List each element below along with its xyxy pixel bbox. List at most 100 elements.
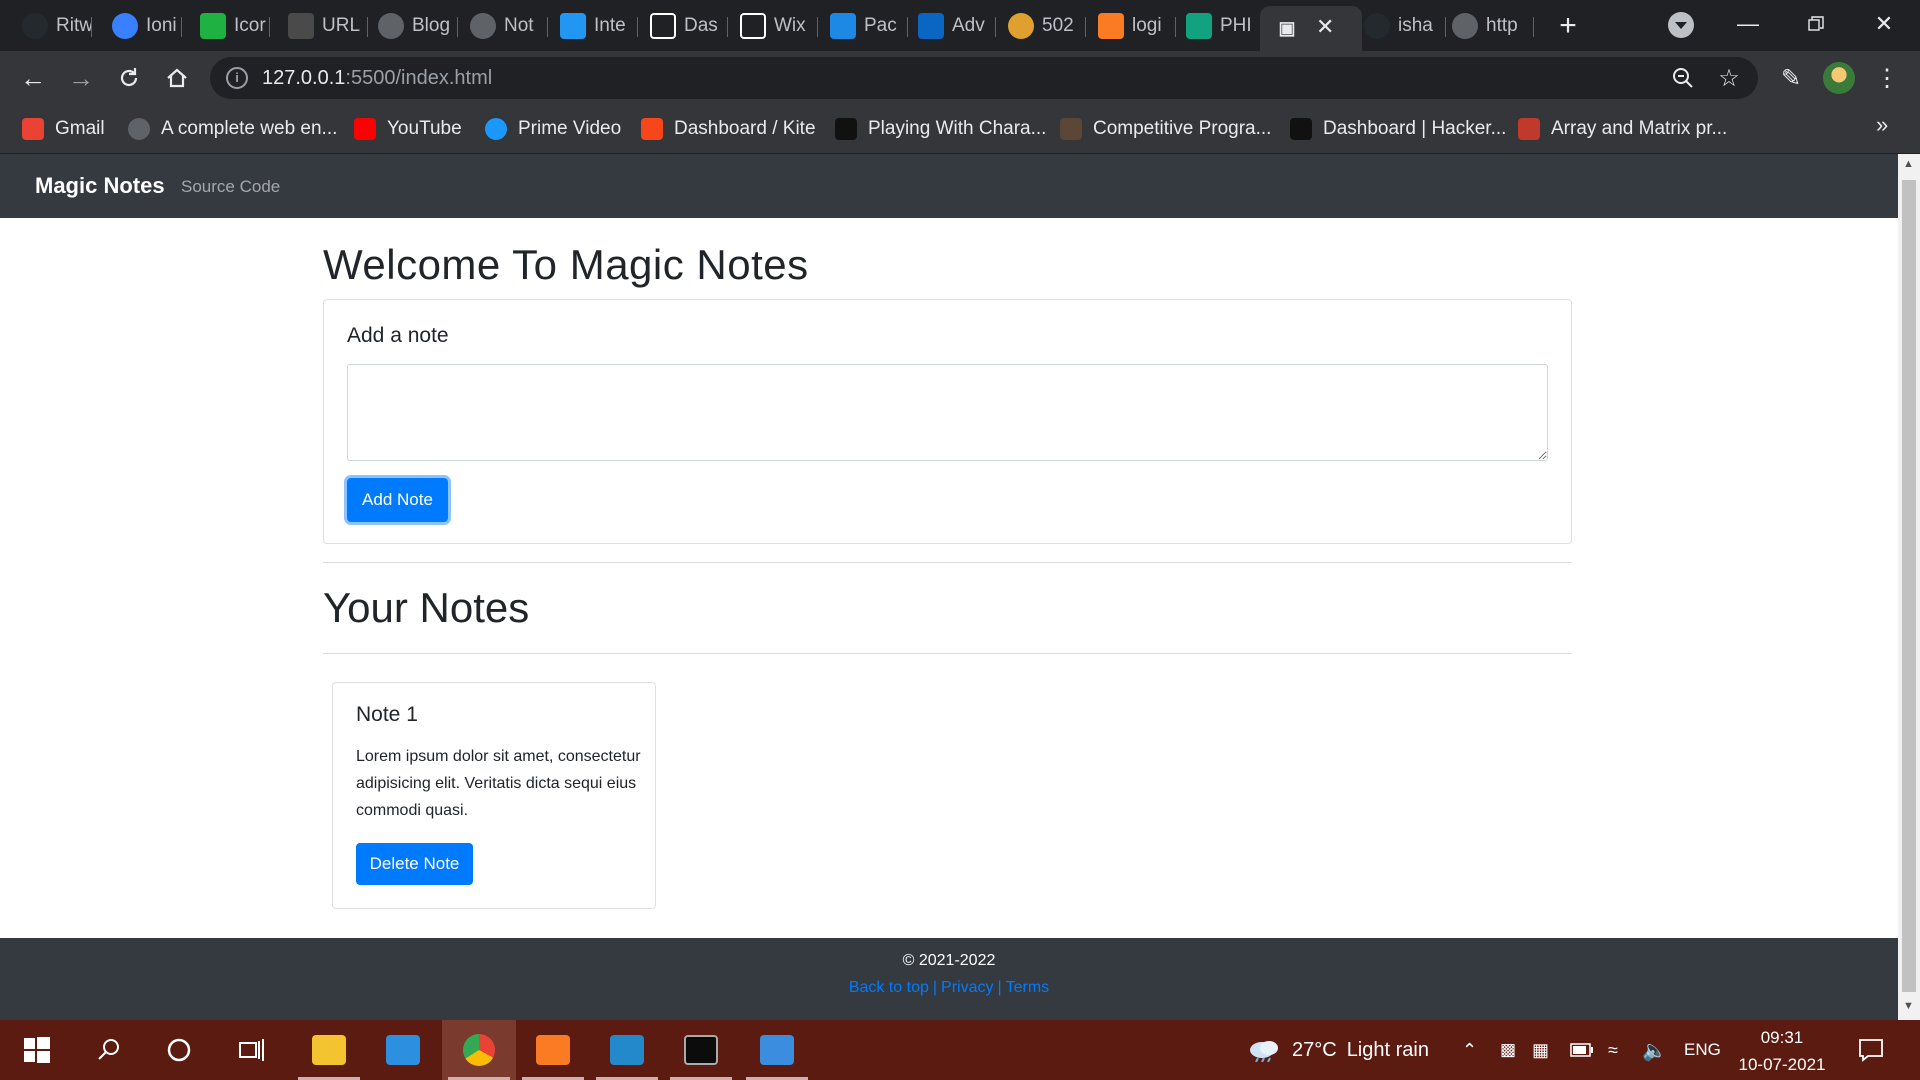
tab-title: Wix — [774, 15, 806, 36]
tab-15[interactable]: isha — [1364, 8, 1446, 44]
site-info-icon[interactable]: i — [226, 67, 248, 89]
bookmark-star-icon[interactable]: ☆ — [1716, 65, 1742, 92]
start-icon[interactable] — [0, 1020, 74, 1080]
terms-link[interactable]: Terms — [1006, 979, 1050, 996]
mail-taskbar-button[interactable] — [366, 1020, 440, 1080]
privacy-link[interactable]: Privacy — [941, 979, 993, 996]
weather-widget[interactable]: 27°C Light rain — [1248, 1020, 1429, 1080]
bookmark-item[interactable]: Array and Matrix pr... — [1518, 115, 1727, 143]
tab-title: Das — [684, 15, 718, 36]
page-scrollbar[interactable]: ▲ ▼ — [1898, 154, 1920, 1020]
address-bar[interactable]: i 127.0.0.1:5500/index.html ☆ — [210, 57, 1758, 99]
chrome-taskbar-button[interactable] — [442, 1020, 516, 1080]
restore-icon[interactable] — [1786, 6, 1846, 42]
tab-16[interactable]: http — [1452, 8, 1534, 44]
add-note-button[interactable]: Add Note — [347, 478, 448, 522]
photos-taskbar-button[interactable] — [740, 1020, 814, 1080]
scroll-up-icon[interactable]: ▲ — [1903, 158, 1914, 170]
file-explorer-taskbar-button[interactable] — [292, 1020, 366, 1080]
tab-0[interactable]: Ritw — [22, 8, 92, 44]
file-explorer-icon — [312, 1035, 346, 1065]
terminal-icon — [684, 1035, 718, 1065]
tab-title: Not — [504, 15, 534, 36]
xampp-taskbar-button[interactable] — [516, 1020, 590, 1080]
chrome-icon — [463, 1034, 495, 1066]
tab-title: Adv — [952, 15, 985, 36]
tab-title: URL — [322, 15, 361, 36]
tab-search-icon[interactable] — [1668, 12, 1694, 38]
bookmark-item[interactable]: Playing With Chara... — [835, 115, 1046, 143]
battery-icon[interactable] — [1570, 1020, 1594, 1080]
bookmark-label: Playing With Chara... — [868, 118, 1047, 139]
photos-icon — [760, 1035, 794, 1065]
profile-avatar[interactable] — [1823, 62, 1855, 94]
chrome-menu-icon[interactable]: ⋮ — [1874, 65, 1900, 92]
tab-title: Inte — [594, 15, 626, 36]
temperature-text: 27°C — [1292, 1038, 1337, 1061]
tab-7[interactable]: Das — [650, 8, 728, 44]
extensions-icon[interactable]: ✎ — [1778, 65, 1804, 92]
system-clock[interactable]: 09:31 10-07-2021 — [1735, 1024, 1829, 1078]
task-view-icon[interactable] — [214, 1020, 288, 1080]
language-indicator[interactable]: ENG — [1684, 1020, 1721, 1080]
tab-13[interactable]: PHI — [1186, 8, 1264, 44]
zoom-icon[interactable] — [1670, 65, 1696, 91]
meet-now-icon[interactable]: ▩ — [1500, 1020, 1516, 1080]
search-icon[interactable] — [72, 1020, 146, 1080]
tab-8[interactable]: Wix — [740, 8, 818, 44]
terminal-taskbar-button[interactable] — [664, 1020, 738, 1080]
bookmark-label: Dashboard | Hacker... — [1323, 118, 1507, 139]
xampp-tray-icon[interactable]: ▦ — [1532, 1020, 1549, 1080]
windows-taskbar: 27°C Light rain ⌃ ▩ ▦ ≈ 🔈 ENG — [0, 1020, 1920, 1080]
scroll-down-icon[interactable]: ▼ — [1903, 1000, 1914, 1012]
new-tab-button[interactable]: + — [1550, 8, 1586, 44]
tab-6[interactable]: Inte — [560, 8, 638, 44]
bookmark-item[interactable]: Dashboard / Kite — [641, 115, 816, 143]
tab-11[interactable]: 502 — [1008, 8, 1086, 44]
tab-1[interactable]: Ioni — [112, 8, 182, 44]
tab-9[interactable]: Pac — [830, 8, 908, 44]
wifi-icon[interactable]: ≈ — [1608, 1020, 1618, 1080]
close-tab-icon[interactable]: ✕ — [1316, 14, 1334, 40]
cortana-icon[interactable] — [142, 1020, 216, 1080]
close-window-icon[interactable]: ✕ — [1854, 6, 1914, 42]
bookmark-item[interactable]: A complete web en... — [128, 115, 337, 143]
tab-14[interactable]: ▣ ✕ — [1260, 6, 1362, 51]
ionic-icon — [112, 13, 138, 39]
more-bookmarks-icon[interactable]: » — [1876, 112, 1888, 138]
bookmark-item[interactable]: Gmail — [22, 115, 105, 143]
tab-10[interactable]: Adv — [918, 8, 996, 44]
site-navbar: Magic Notes Source Code — [0, 154, 1898, 218]
brand-link[interactable]: Magic Notes — [35, 173, 165, 199]
bookmark-item[interactable]: Prime Video — [485, 115, 621, 143]
browser-toolbar: ← → i 127.0.0.1:5500/index.html ☆ ✎ ⋮ — [0, 51, 1920, 105]
show-hidden-icons[interactable]: ⌃ — [1462, 1020, 1477, 1080]
bookmark-item[interactable]: Dashboard | Hacker... — [1290, 115, 1506, 143]
tab-5[interactable]: Not — [470, 8, 548, 44]
back-icon[interactable]: ← — [14, 59, 52, 97]
tab-4[interactable]: Blog — [378, 8, 458, 44]
notifications-icon[interactable] — [1858, 1020, 1884, 1080]
prime-video-icon — [485, 118, 507, 140]
bookmark-item[interactable]: Competitive Progra... — [1060, 115, 1271, 143]
xampp-icon — [1098, 13, 1124, 39]
tab-3[interactable]: URL — [288, 8, 368, 44]
vscode-taskbar-button[interactable] — [590, 1020, 664, 1080]
forward-icon[interactable]: → — [62, 59, 100, 97]
home-icon[interactable] — [158, 59, 196, 97]
tab-separator — [1533, 17, 1534, 37]
volume-icon[interactable]: 🔈 — [1642, 1020, 1667, 1080]
tab-title: http — [1486, 15, 1518, 36]
delete-note-button[interactable]: Delete Note — [356, 843, 473, 885]
scrollbar-thumb[interactable] — [1902, 180, 1916, 992]
reload-icon[interactable] — [110, 59, 148, 97]
tab-12[interactable]: logi — [1098, 8, 1176, 44]
back-to-top-link[interactable]: Back to top — [849, 979, 929, 996]
url-text[interactable]: 127.0.0.1:5500/index.html — [262, 67, 492, 90]
linkedin-icon — [918, 13, 944, 39]
source-code-link[interactable]: Source Code — [181, 177, 280, 197]
note-textarea[interactable] — [347, 364, 1548, 461]
tab-2[interactable]: Icor — [200, 8, 270, 44]
minimize-icon[interactable]: — — [1718, 6, 1778, 42]
bookmark-item[interactable]: YouTube — [354, 115, 462, 143]
